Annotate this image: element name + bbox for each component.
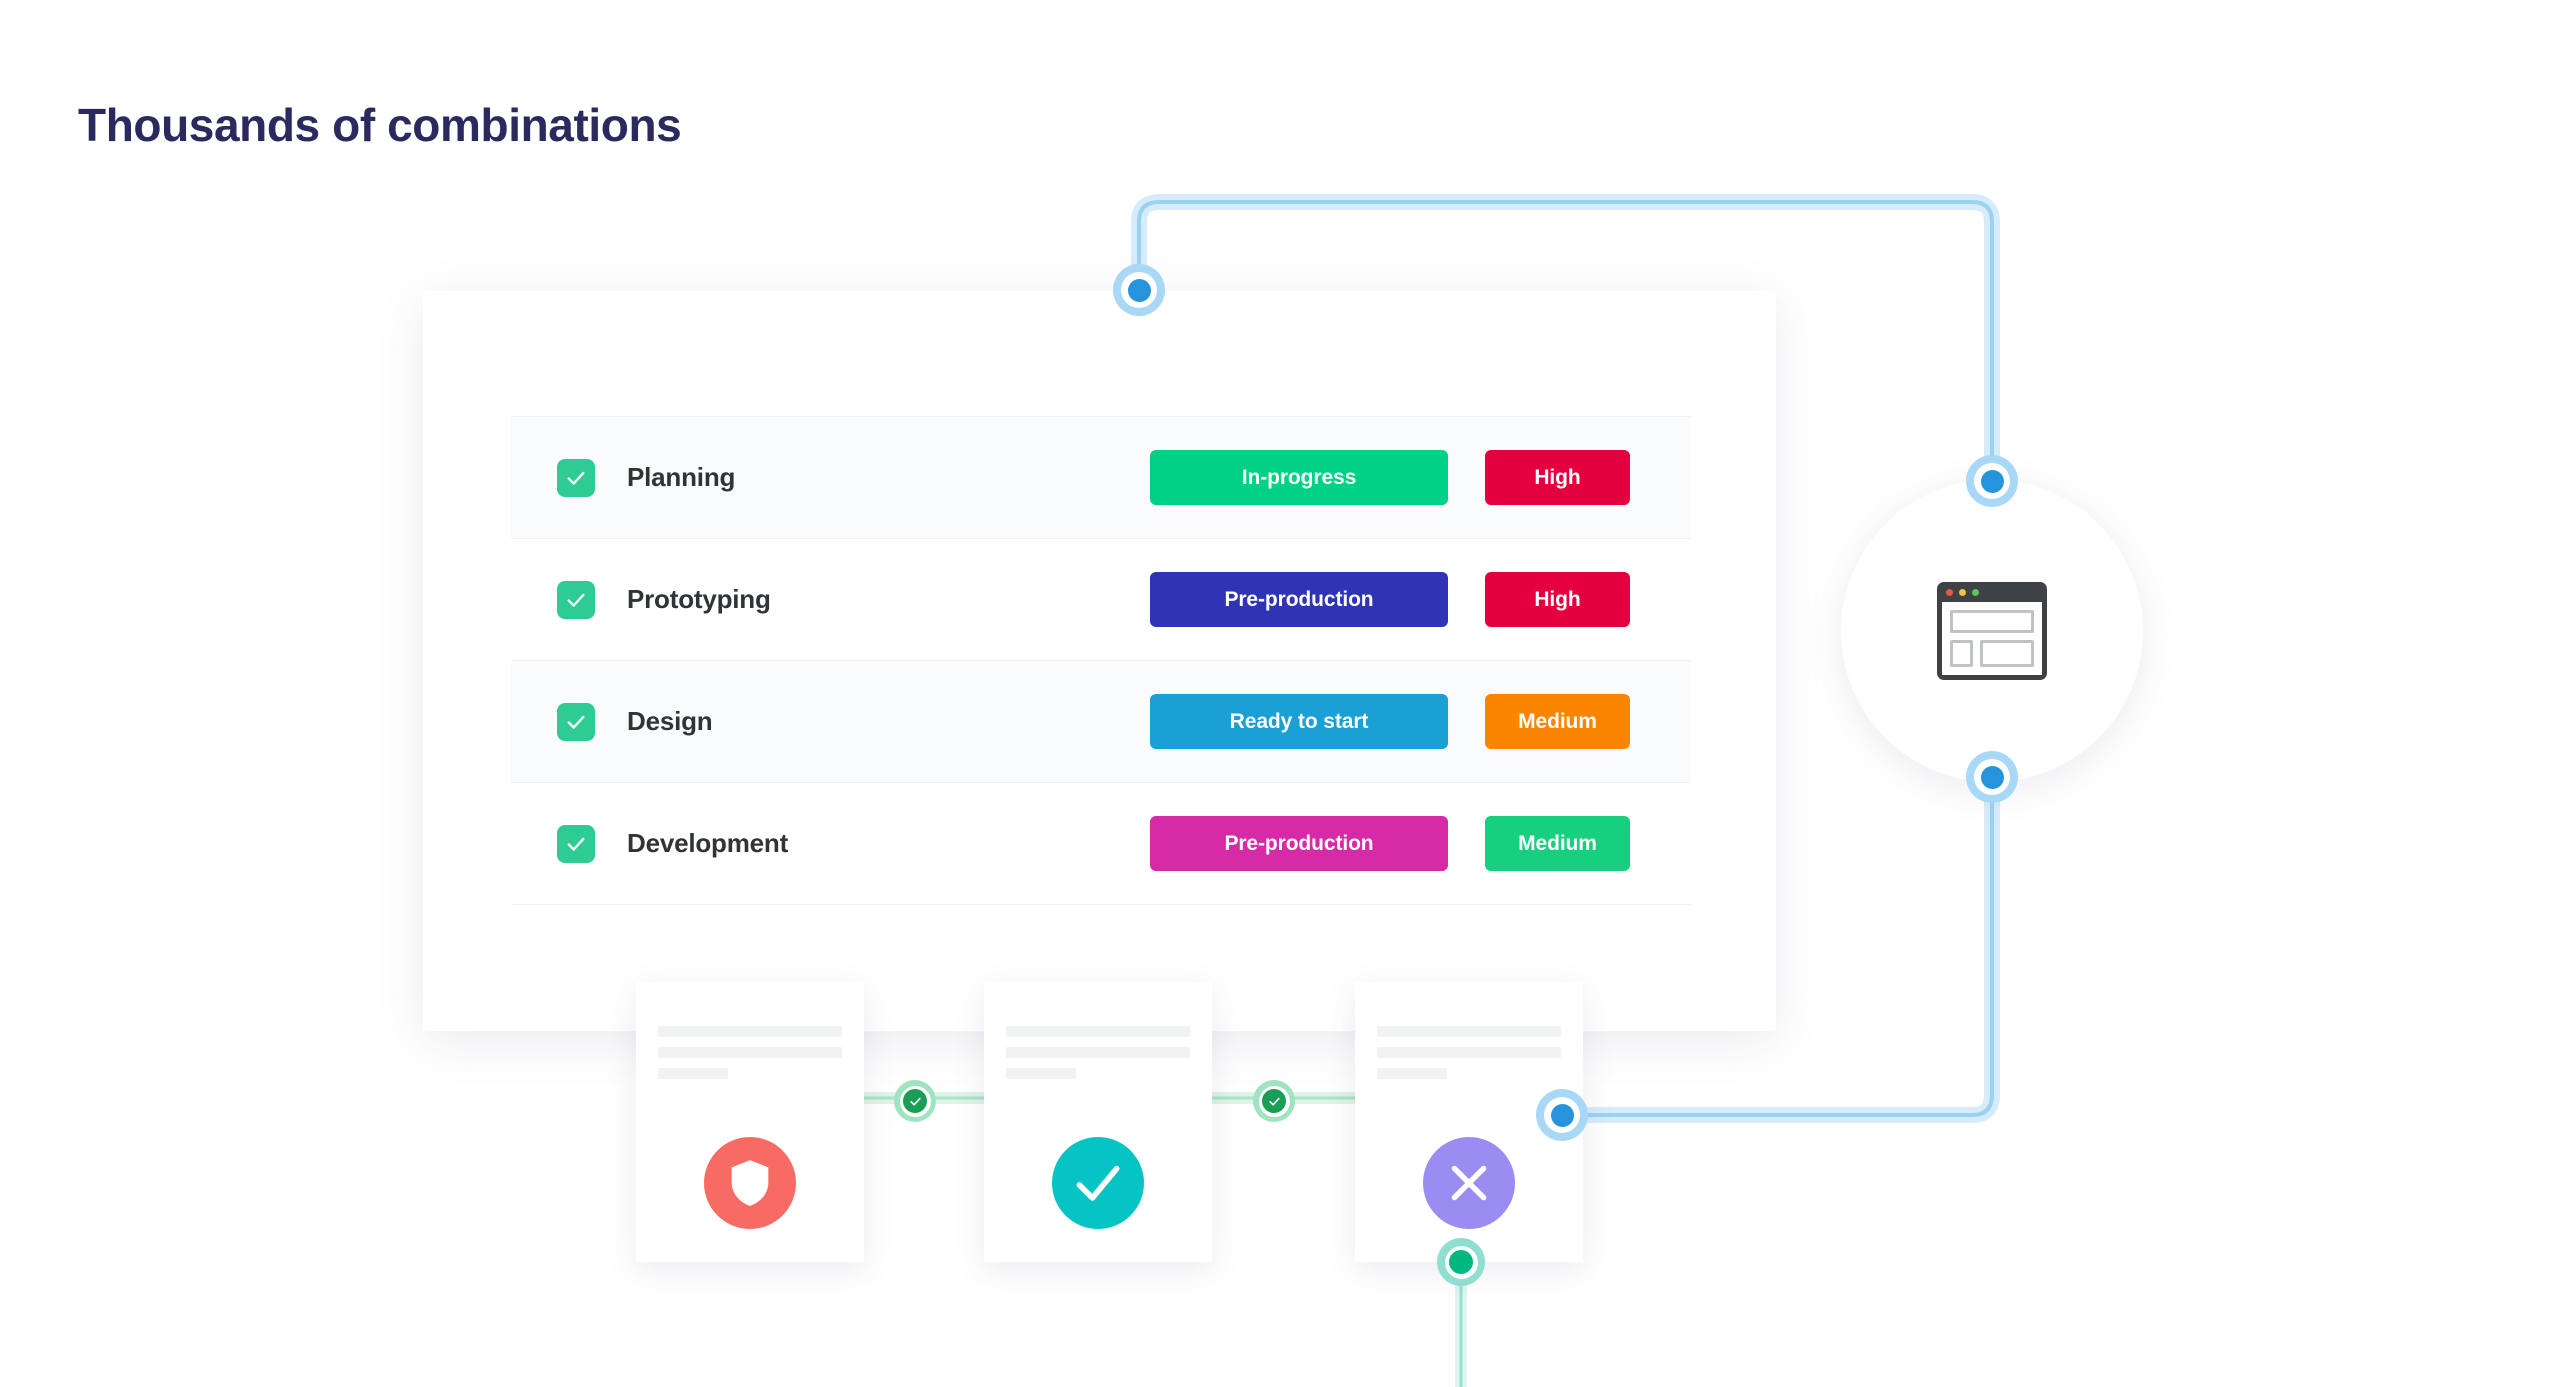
browser-wireframe: [1942, 602, 2042, 675]
placeholder-line: [1377, 1047, 1561, 1058]
placeholder-line: [1006, 1026, 1190, 1037]
node-ring: [899, 1085, 931, 1117]
minimize-dot: [1959, 588, 1966, 596]
node-teal-card-bottom[interactable]: [1437, 1238, 1485, 1286]
status-badge[interactable]: Pre-production: [1150, 816, 1448, 871]
node-ring: [1444, 1245, 1478, 1279]
shield-icon: [704, 1137, 796, 1229]
check-circle-icon: [1052, 1137, 1144, 1229]
close-dot: [1946, 588, 1953, 596]
placeholder-line: [1006, 1047, 1190, 1058]
node-green-between-2-3[interactable]: [1253, 1080, 1295, 1122]
node-core: [1550, 1103, 1574, 1127]
row-checkbox[interactable]: [557, 824, 595, 863]
check-icon: [565, 711, 587, 733]
placeholder-line: [658, 1068, 728, 1079]
check-icon: [565, 589, 587, 611]
card-placeholder-lines: [1377, 1026, 1561, 1089]
row-checkbox[interactable]: [557, 702, 595, 741]
page-title: Thousands of combinations: [78, 99, 682, 151]
node-blue-circle-bottom[interactable]: [1966, 751, 2018, 803]
status-badge[interactable]: Pre-production: [1150, 572, 1448, 627]
priority-badge[interactable]: Medium: [1485, 694, 1630, 749]
node-ring: [1544, 1097, 1580, 1133]
task-name: Design: [627, 706, 713, 736]
priority-badge[interactable]: High: [1485, 572, 1630, 627]
node-core: [903, 1089, 927, 1113]
table-row[interactable]: Design Ready to start Medium: [511, 661, 1691, 783]
node-ring: [1974, 463, 2010, 499]
status-badge[interactable]: Ready to start: [1150, 694, 1448, 749]
placeholder-line: [1377, 1026, 1561, 1037]
placeholder-line: [658, 1026, 842, 1037]
wireframe-main-block: [1980, 640, 2034, 667]
node-blue-circle-top[interactable]: [1966, 455, 2018, 507]
task-name: Development: [627, 828, 789, 858]
node-core: [1980, 469, 2004, 493]
priority-badge[interactable]: High: [1485, 450, 1630, 505]
task-name: Planning: [627, 462, 736, 492]
table-row[interactable]: Development Pre-production Medium: [511, 783, 1691, 905]
card-placeholder-lines: [658, 1026, 842, 1089]
node-core: [1127, 278, 1151, 302]
task-name: Prototyping: [627, 584, 771, 614]
node-ring: [1258, 1085, 1290, 1117]
row-badges: In-progress High: [1150, 450, 1691, 505]
node-blue-card-right[interactable]: [1536, 1089, 1588, 1141]
node-core: [1449, 1250, 1473, 1274]
node-blue-top-left[interactable]: [1113, 264, 1165, 316]
row-checkbox[interactable]: [557, 458, 595, 497]
wireframe-header-block: [1950, 610, 2034, 633]
card-placeholder-lines: [1006, 1026, 1190, 1089]
node-core: [1980, 765, 2004, 789]
placeholder-line: [658, 1047, 842, 1058]
list-item[interactable]: [636, 982, 864, 1262]
table-row[interactable]: Prototyping Pre-production High: [511, 539, 1691, 661]
node-ring: [1121, 272, 1157, 308]
browser-widget-circle[interactable]: [1841, 480, 2143, 782]
wireframe-content-row: [1950, 640, 2034, 667]
check-icon: [565, 833, 587, 855]
row-badges: Pre-production High: [1150, 572, 1691, 627]
status-badge[interactable]: In-progress: [1150, 450, 1448, 505]
node-green-between-1-2[interactable]: [894, 1080, 936, 1122]
maximize-dot: [1972, 588, 1979, 596]
task-table: Planning In-progress High Prototyping Pr…: [511, 416, 1691, 905]
table-row[interactable]: Planning In-progress High: [511, 416, 1691, 539]
priority-badge[interactable]: Medium: [1485, 816, 1630, 871]
row-badges: Pre-production Medium: [1150, 816, 1691, 871]
close-x-icon: [1423, 1137, 1515, 1229]
browser-window-icon: [1937, 582, 2047, 680]
row-badges: Ready to start Medium: [1150, 694, 1691, 749]
placeholder-line: [1006, 1068, 1076, 1079]
list-item[interactable]: [984, 982, 1212, 1262]
check-icon: [565, 467, 587, 489]
node-ring: [1974, 759, 2010, 795]
page-root: Thousands of combinations Planning In-pr…: [0, 0, 2560, 1387]
node-core: [1262, 1089, 1286, 1113]
row-checkbox[interactable]: [557, 580, 595, 619]
browser-titlebar: [1937, 582, 2047, 602]
placeholder-line: [1377, 1068, 1447, 1079]
wireframe-sidebar-block: [1950, 640, 1973, 667]
